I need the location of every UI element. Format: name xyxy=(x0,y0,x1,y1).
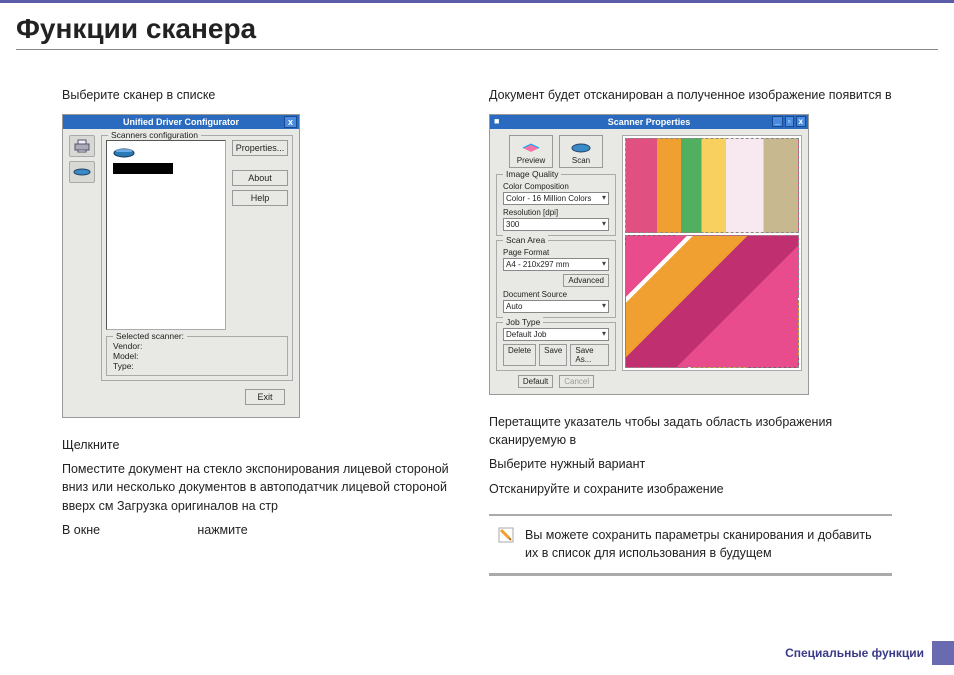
page-title: Функции сканера xyxy=(16,13,938,45)
step-select-scanner: Выберите сканер в списке xyxy=(62,86,465,104)
resolution-select[interactable]: 300 xyxy=(503,218,609,231)
delete-button[interactable]: Delete xyxy=(503,344,536,366)
selected-scanner-legend: Selected scanner: xyxy=(113,331,187,341)
footer-label: Специальные функции xyxy=(785,646,924,660)
exit-button[interactable]: Exit xyxy=(245,389,285,405)
document-source-label: Document Source xyxy=(503,290,609,299)
close-icon[interactable]: x xyxy=(796,116,806,127)
minimize-icon[interactable]: _ xyxy=(772,116,782,127)
cancel-button: Cancel xyxy=(559,375,594,388)
scanner-list[interactable] xyxy=(106,140,226,330)
left-column: Выберите сканер в списке Unified Driver … xyxy=(50,80,477,576)
note-icon xyxy=(497,526,515,544)
tip-box: Вы можете сохранить параметры сканирован… xyxy=(489,514,892,577)
step-drag-pointer: Перетащите указатель чтобы задать област… xyxy=(489,413,892,449)
step-in-window: В окне нажмите xyxy=(62,521,465,539)
scan-area-legend: Scan Area xyxy=(503,235,548,245)
scanners-configuration-group: Scanners configuration Properties... xyxy=(101,135,293,381)
tip-text: Вы можете сохранить параметры сканирован… xyxy=(525,526,884,564)
unified-driver-configurator-window: Unified Driver Configurator x Scanners c… xyxy=(62,114,300,418)
title-underline xyxy=(16,49,938,50)
right-column: Документ будет отсканирован а полученное… xyxy=(477,80,904,576)
type-label: Type: xyxy=(113,361,281,371)
resolution-label: Resolution [dpi] xyxy=(503,208,609,217)
image-quality-group: Image Quality Color Composition Color - … xyxy=(496,174,616,236)
sp-sys-icon: ■ xyxy=(494,116,499,126)
press-label: нажмите xyxy=(197,523,247,537)
udc-titlebar: Unified Driver Configurator x xyxy=(63,115,299,129)
sp-title: Scanner Properties xyxy=(608,117,691,127)
step-choose-option: Выберите нужный вариант xyxy=(489,455,892,473)
page-header: Функции сканера xyxy=(0,0,954,60)
scan-area-group: Scan Area Page Format A4 - 210x297 mm Ad… xyxy=(496,240,616,318)
image-quality-legend: Image Quality xyxy=(503,169,561,179)
page-format-label: Page Format xyxy=(503,248,609,257)
preview-image-bottom xyxy=(625,235,799,368)
job-type-group: Job Type Default Job Delete Save Save As… xyxy=(496,322,616,371)
sp-titlebar: ■ Scanner Properties _ ▫ x xyxy=(490,115,808,129)
scanners-configuration-legend: Scanners configuration xyxy=(108,130,201,140)
udc-sidebar xyxy=(69,135,95,411)
page-format-select[interactable]: A4 - 210x297 mm xyxy=(503,258,609,271)
properties-button[interactable]: Properties... xyxy=(232,140,288,156)
udc-close-icon[interactable]: x xyxy=(284,116,297,128)
scanner-device-icon xyxy=(113,147,135,159)
preview-image-top xyxy=(625,138,799,233)
scanner-icon[interactable] xyxy=(69,161,95,183)
color-composition-select[interactable]: Color - 16 Million Colors xyxy=(503,192,609,205)
udc-title: Unified Driver Configurator xyxy=(123,117,239,127)
preview-label: Preview xyxy=(517,156,545,165)
advanced-button[interactable]: Advanced xyxy=(563,274,609,287)
preview-button[interactable]: Preview xyxy=(509,135,553,168)
preview-pane[interactable] xyxy=(622,135,802,371)
help-button[interactable]: Help xyxy=(232,190,288,206)
default-button[interactable]: Default xyxy=(518,375,553,388)
in-window-label: В окне xyxy=(62,523,100,537)
step-click: Щелкните xyxy=(62,436,465,454)
page-footer: Специальные функции xyxy=(785,641,954,665)
model-label: Model: xyxy=(113,351,281,361)
scanner-properties-window: ■ Scanner Properties _ ▫ x Preview xyxy=(489,114,809,395)
maximize-icon[interactable]: ▫ xyxy=(785,116,794,127)
content: Выберите сканер в списке Unified Driver … xyxy=(0,60,954,586)
scan-result-text: Документ будет отсканирован а полученное… xyxy=(489,86,892,104)
redacted-label xyxy=(113,163,173,174)
selected-scanner-group: Selected scanner: Vendor: Model: Type: xyxy=(106,336,288,376)
job-type-select[interactable]: Default Job xyxy=(503,328,609,341)
page-number-box xyxy=(932,641,954,665)
save-button[interactable]: Save xyxy=(539,344,567,366)
scan-button[interactable]: Scan xyxy=(559,135,603,168)
about-button[interactable]: About xyxy=(232,170,288,186)
scan-label: Scan xyxy=(572,156,590,165)
step-place-document: Поместите документ на стекло экспонирова… xyxy=(62,460,465,514)
document-source-select[interactable]: Auto xyxy=(503,300,609,313)
job-type-legend: Job Type xyxy=(503,317,543,327)
printer-icon[interactable] xyxy=(69,135,95,157)
save-as-button[interactable]: Save As... xyxy=(570,344,609,366)
vendor-label: Vendor: xyxy=(113,341,281,351)
list-item[interactable] xyxy=(113,147,219,159)
step-scan-save: Отсканируйте и сохраните изображение xyxy=(489,480,892,498)
color-composition-label: Color Composition xyxy=(503,182,609,191)
